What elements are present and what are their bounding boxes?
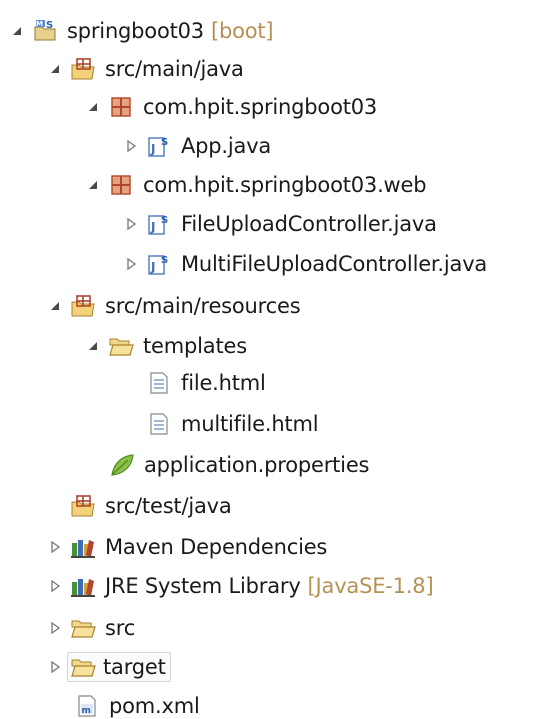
tree-item-multifile-html[interactable]: multifile.html: [146, 405, 319, 443]
svg-text:J: J: [150, 260, 155, 274]
source-folder-icon: [70, 56, 96, 82]
node-label: multifile.html: [181, 412, 319, 436]
svg-text:S: S: [161, 215, 168, 226]
tree-item-application-properties[interactable]: application.properties: [109, 446, 369, 484]
tree-item-project[interactable]: SM springboot03 [boot]: [8, 12, 274, 50]
node-label: JRE System Library: [105, 574, 301, 598]
tree-item-target[interactable]: target: [46, 648, 171, 686]
project-decoration: [boot]: [210, 19, 274, 43]
package-icon: [108, 94, 134, 120]
tree-item-src-main-java[interactable]: src/main/java: [46, 50, 244, 88]
open-folder-icon: [108, 333, 134, 359]
jre-decoration: [JavaSE-1.8]: [307, 574, 434, 598]
spring-leaf-icon: [109, 452, 135, 478]
maven-pom-icon: m: [74, 693, 100, 719]
tree-item-jre-system-library[interactable]: JRE System Library [JavaSE-1.8]: [46, 567, 434, 605]
library-icon: [70, 573, 96, 599]
tree-item-multi-file-upload-controller[interactable]: JS MultiFileUploadController.java: [122, 245, 541, 283]
node-label: src/test/java: [105, 494, 232, 518]
package-icon: [108, 172, 134, 198]
node-label: target: [103, 655, 166, 679]
node-label: src: [105, 616, 136, 640]
expanded-arrow-icon[interactable]: [84, 176, 102, 194]
project-name: springboot03: [67, 19, 204, 43]
expanded-arrow-icon[interactable]: [84, 98, 102, 116]
svg-text:S: S: [161, 255, 168, 266]
collapsed-arrow-icon[interactable]: [46, 577, 64, 595]
node-label: pom.xml: [109, 694, 200, 718]
spring-project-icon: SM: [32, 18, 58, 44]
svg-text:M: M: [36, 20, 43, 28]
svg-text:S: S: [46, 20, 53, 31]
library-icon: [70, 534, 96, 560]
html-file-icon: [146, 411, 172, 437]
node-label: Maven Dependencies: [105, 535, 328, 559]
node-label: MultiFileUploadController.java: [181, 252, 488, 276]
expanded-arrow-icon[interactable]: [8, 22, 26, 40]
node-label: templates: [143, 334, 247, 358]
target-selection-box[interactable]: target: [67, 652, 171, 682]
node-label: App.java: [181, 134, 272, 158]
node-label: com.hpit.springboot03.web: [143, 173, 427, 197]
tree-item-maven-dependencies[interactable]: Maven Dependencies: [46, 528, 327, 566]
tree-item-package-main[interactable]: com.hpit.springboot03: [84, 88, 377, 126]
html-file-icon: [146, 370, 172, 396]
folder-icon: [70, 654, 96, 680]
tree-item-app-java[interactable]: JS App.java: [122, 127, 271, 165]
expanded-arrow-icon[interactable]: [84, 337, 102, 355]
collapsed-arrow-icon[interactable]: [122, 137, 140, 155]
svg-text:J: J: [150, 220, 155, 234]
collapsed-arrow-icon[interactable]: [122, 255, 140, 273]
collapsed-arrow-icon[interactable]: [46, 658, 64, 676]
tree-item-src-main-resources[interactable]: src/main/resources: [46, 287, 301, 325]
folder-icon: [70, 615, 96, 641]
tree-item-package-web[interactable]: com.hpit.springboot03.web: [84, 166, 427, 204]
node-label: application.properties: [144, 453, 370, 477]
tree-item-file-upload-controller[interactable]: JS FileUploadController.java: [122, 205, 437, 243]
spring-java-file-icon: JS: [146, 251, 172, 277]
svg-text:S: S: [161, 137, 168, 148]
tree-item-pom-xml[interactable]: m pom.xml: [74, 687, 200, 719]
node-label: src/main/resources: [105, 294, 301, 318]
svg-text:m: m: [82, 706, 91, 716]
svg-text:J: J: [150, 142, 155, 156]
collapsed-arrow-icon[interactable]: [122, 215, 140, 233]
tree-item-file-html[interactable]: file.html: [146, 364, 266, 402]
spring-java-file-icon: JS: [146, 133, 172, 159]
collapsed-arrow-icon[interactable]: [46, 619, 64, 637]
node-label: file.html: [181, 371, 266, 395]
spring-java-file-icon: JS: [146, 211, 172, 237]
tree-item-src-test-java[interactable]: src/test/java: [70, 487, 232, 525]
source-folder-icon: [70, 293, 96, 319]
node-label: FileUploadController.java: [181, 212, 437, 236]
node-label: src/main/java: [105, 57, 244, 81]
tree-item-src[interactable]: src: [46, 609, 135, 647]
project-explorer-tree: SM springboot03 [boot] src/main/java com…: [0, 0, 541, 719]
tree-item-templates[interactable]: templates: [84, 327, 247, 365]
expanded-arrow-icon[interactable]: [46, 297, 64, 315]
node-label: com.hpit.springboot03: [143, 95, 378, 119]
source-folder-icon: [70, 493, 96, 519]
collapsed-arrow-icon[interactable]: [46, 538, 64, 556]
expanded-arrow-icon[interactable]: [46, 60, 64, 78]
